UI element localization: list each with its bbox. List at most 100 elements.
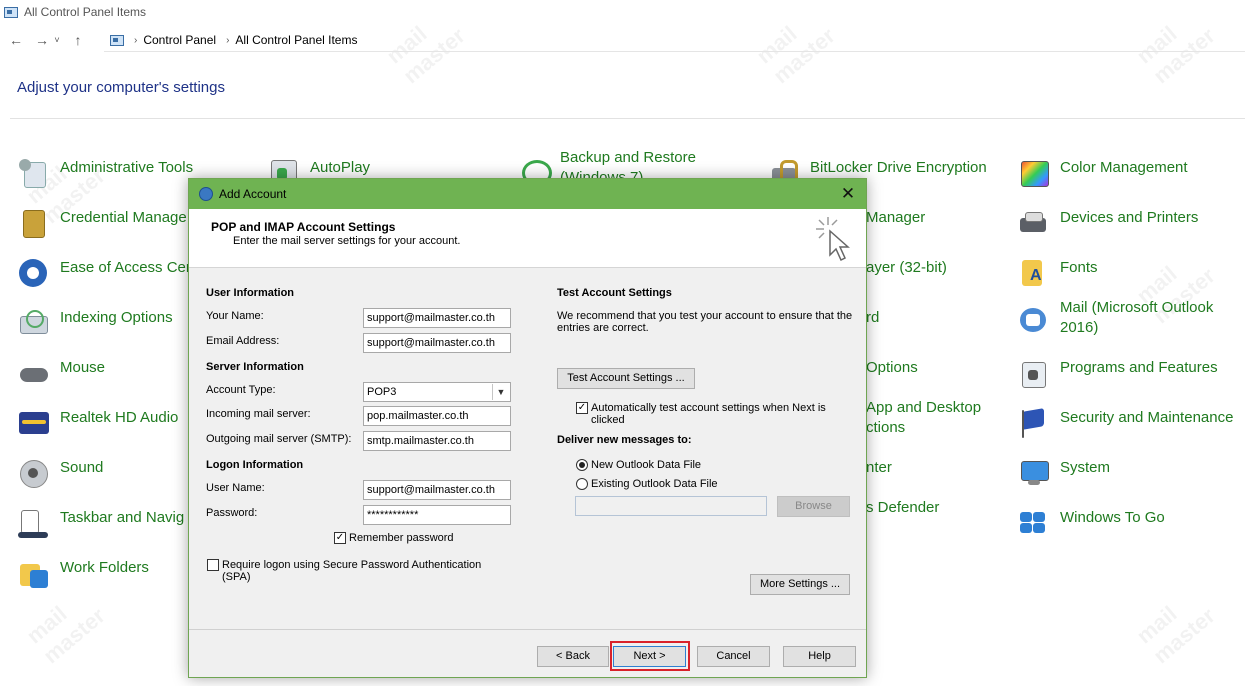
outlook-icon bbox=[199, 187, 213, 201]
existing-data-file-label: Existing Outlook Data File bbox=[591, 478, 718, 490]
mouse-icon bbox=[18, 358, 50, 390]
existing-data-file-radio[interactable] bbox=[576, 478, 588, 490]
security-maintenance-icon bbox=[1018, 408, 1050, 440]
mail-icon bbox=[1018, 304, 1050, 336]
cancel-button[interactable]: Cancel bbox=[697, 646, 770, 667]
auto-test-checkbox[interactable]: ✓ bbox=[576, 402, 588, 414]
cp-item-realtek-audio[interactable]: Realtek HD Audio bbox=[18, 408, 178, 440]
cp-item-devices-printers[interactable]: Devices and Printers bbox=[1018, 208, 1198, 240]
next-button[interactable]: Next > bbox=[613, 646, 686, 667]
cp-item-partial-rd[interactable]: rd bbox=[866, 308, 879, 328]
remember-password-label: Remember password bbox=[349, 532, 454, 544]
cp-item-fonts[interactable]: A Fonts bbox=[1018, 258, 1098, 290]
breadcrumb-all-items[interactable]: All Control Panel Items bbox=[235, 33, 357, 47]
dialog-title-bar: Add Account ✕ bbox=[189, 179, 866, 209]
cp-item-ease-of-access[interactable]: Ease of Access Cen bbox=[18, 258, 194, 290]
divider bbox=[10, 118, 1245, 119]
existing-data-file-path[interactable] bbox=[575, 496, 767, 516]
cp-item-sound[interactable]: Sound bbox=[18, 458, 103, 490]
more-settings-button[interactable]: More Settings ... bbox=[750, 574, 850, 595]
browse-button[interactable]: Browse bbox=[777, 496, 850, 517]
programs-features-icon bbox=[1018, 358, 1050, 390]
credential-manager-icon bbox=[18, 208, 50, 240]
user-info-heading: User Information bbox=[206, 287, 295, 299]
forward-arrow-icon[interactable]: → bbox=[32, 30, 52, 50]
window-title: All Control Panel Items bbox=[24, 5, 147, 19]
outgoing-server-input[interactable]: smtp.mailmaster.co.th bbox=[363, 431, 511, 451]
cp-item-partial-center[interactable]: nter bbox=[866, 458, 892, 478]
address-control-panel-icon bbox=[110, 34, 124, 46]
incoming-server-label: Incoming mail server: bbox=[206, 408, 311, 420]
password-input[interactable]: ************ bbox=[363, 505, 511, 525]
test-settings-heading: Test Account Settings bbox=[557, 287, 672, 299]
administrative-tools-icon bbox=[18, 158, 50, 190]
test-account-settings-button[interactable]: Test Account Settings ... bbox=[557, 368, 695, 389]
ease-of-access-icon bbox=[18, 258, 50, 290]
cp-item-partial-options[interactable]: Options bbox=[866, 358, 918, 378]
cp-item-administrative-tools[interactable]: Administrative Tools bbox=[18, 158, 193, 190]
back-button[interactable]: < Back bbox=[537, 646, 609, 667]
cp-item-partial-defender[interactable]: s Defender bbox=[866, 498, 939, 518]
cp-item-taskbar[interactable]: Taskbar and Navig bbox=[18, 508, 184, 540]
incoming-server-input[interactable]: pop.mailmaster.co.th bbox=[363, 406, 511, 426]
cursor-sparkle-icon bbox=[816, 217, 850, 262]
control-panel-icon bbox=[4, 6, 18, 18]
window-title-bar: All Control Panel Items bbox=[0, 0, 1245, 24]
system-icon bbox=[1018, 458, 1050, 490]
test-settings-description: We recommend that you test your account … bbox=[557, 310, 853, 334]
chevron-right-icon[interactable]: › bbox=[134, 35, 137, 46]
spa-checkbox[interactable] bbox=[207, 559, 219, 571]
header-title: POP and IMAP Account Settings bbox=[211, 220, 396, 234]
cp-item-color-management[interactable]: Color Management bbox=[1018, 158, 1188, 190]
cp-item-partial-player[interactable]: ayer (32-bit) bbox=[866, 258, 947, 278]
account-type-select[interactable]: POP3 ▼ bbox=[363, 382, 511, 402]
close-icon[interactable]: ✕ bbox=[838, 184, 858, 204]
recent-chevron-icon[interactable]: ˅ bbox=[52, 30, 62, 50]
cp-item-work-folders[interactable]: Work Folders bbox=[18, 558, 149, 590]
user-name-input[interactable]: support@mailmaster.co.th bbox=[363, 480, 511, 500]
spa-label: Require logon using Secure Password Auth… bbox=[222, 559, 482, 583]
help-button[interactable]: Help bbox=[783, 646, 856, 667]
password-label: Password: bbox=[206, 507, 258, 519]
work-folders-icon bbox=[18, 558, 50, 590]
cp-item-security-maintenance[interactable]: Security and Maintenance bbox=[1018, 408, 1233, 440]
devices-printers-icon bbox=[1018, 208, 1050, 240]
cp-item-indexing-options[interactable]: Indexing Options bbox=[18, 308, 173, 340]
your-name-input[interactable]: support@mailmaster.co.th bbox=[363, 308, 511, 328]
chevron-down-icon[interactable]: ▼ bbox=[492, 384, 509, 400]
auto-test-label: Automatically test account settings when… bbox=[591, 402, 826, 426]
email-address-label: Email Address: bbox=[206, 335, 280, 347]
realtek-audio-icon bbox=[18, 408, 50, 440]
fonts-icon: A bbox=[1018, 258, 1050, 290]
cp-item-credential-manager[interactable]: Credential Manage bbox=[18, 208, 187, 240]
dialog-header: POP and IMAP Account Settings Enter the … bbox=[189, 209, 866, 268]
footer-divider bbox=[189, 629, 866, 630]
address-field[interactable]: › Control Panel › All Control Panel Item… bbox=[104, 29, 1245, 52]
cp-item-windows-to-go[interactable]: Windows To Go bbox=[1018, 508, 1165, 540]
back-arrow-icon[interactable]: ← bbox=[6, 30, 26, 50]
add-account-dialog: Add Account ✕ POP and IMAP Account Setti… bbox=[188, 178, 867, 678]
new-data-file-radio[interactable] bbox=[576, 459, 588, 471]
your-name-label: Your Name: bbox=[206, 310, 264, 322]
email-address-input[interactable]: support@mailmaster.co.th bbox=[363, 333, 511, 353]
chevron-right-icon[interactable]: › bbox=[226, 35, 229, 46]
cp-item-partial-app-desktop[interactable]: App and Desktop ctions bbox=[866, 398, 996, 438]
cp-item-mail[interactable]: Mail (Microsoft Outlook 2016) bbox=[1018, 298, 1238, 338]
dialog-title: Add Account bbox=[219, 187, 287, 201]
breadcrumb-control-panel[interactable]: Control Panel bbox=[143, 33, 216, 47]
up-arrow-icon[interactable]: ↑ bbox=[68, 30, 88, 50]
cp-item-programs-features[interactable]: Programs and Features bbox=[1018, 358, 1218, 390]
outgoing-server-label: Outgoing mail server (SMTP): bbox=[206, 433, 352, 445]
taskbar-icon bbox=[18, 508, 50, 540]
windows-to-go-icon bbox=[1018, 508, 1050, 540]
cp-item-mouse[interactable]: Mouse bbox=[18, 358, 105, 390]
sound-icon bbox=[18, 458, 50, 490]
user-name-label: User Name: bbox=[206, 482, 265, 494]
cp-item-system[interactable]: System bbox=[1018, 458, 1110, 490]
remember-password-checkbox[interactable]: ✓ bbox=[334, 532, 346, 544]
server-info-heading: Server Information bbox=[206, 361, 304, 373]
account-type-label: Account Type: bbox=[206, 384, 276, 396]
cp-item-partial-manager[interactable]: Manager bbox=[866, 208, 925, 228]
page-heading: Adjust your computer's settings bbox=[17, 79, 225, 96]
color-management-icon bbox=[1018, 158, 1050, 190]
